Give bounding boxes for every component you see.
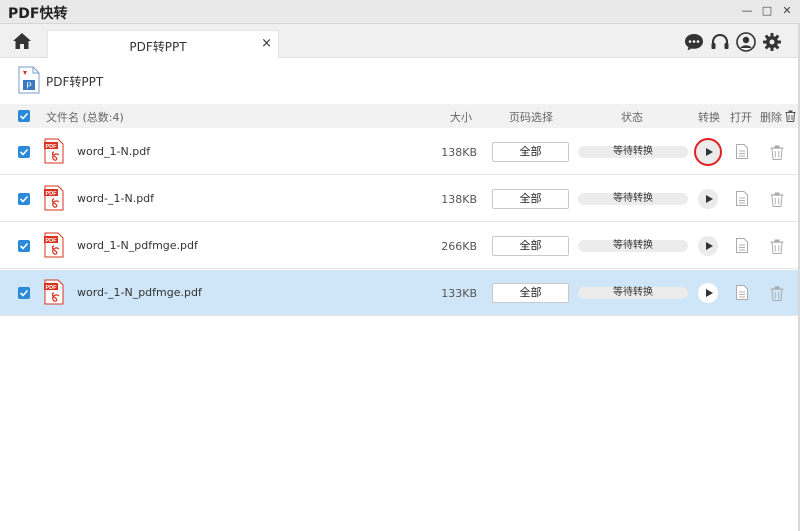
file-list-empty-area [0, 316, 800, 531]
page-range-button[interactable]: 全部 [492, 236, 569, 256]
status-pill: 等待转换 [578, 193, 688, 205]
file-row[interactable]: PDF word_1-N.pdf 138KB 全部 等待转换 [0, 129, 800, 175]
convert-play-button[interactable] [698, 283, 718, 303]
pdf-badge: PDF [46, 285, 58, 291]
tab-label: PDF转PPT [129, 40, 187, 54]
file-size: 138KB [441, 193, 477, 206]
open-file-icon[interactable] [736, 285, 748, 300]
play-icon [706, 242, 713, 250]
tab-bar: PDF转PPT × [0, 24, 800, 59]
file-name: word-_1-N.pdf [77, 192, 155, 205]
page-range-button[interactable]: 全部 [492, 189, 569, 209]
row-checkbox[interactable] [18, 146, 30, 158]
trash-icon[interactable] [770, 192, 784, 207]
pdf-file-icon: PDF [44, 279, 64, 305]
trash-icon[interactable] [770, 145, 784, 160]
file-list-header: 文件名 (总数:4) 大小 页码选择 状态 转换 打开 删除 [0, 104, 800, 128]
trash-icon[interactable] [770, 239, 784, 254]
pdf-badge: PDF [46, 238, 58, 244]
file-size: 133KB [441, 287, 477, 300]
headset-icon[interactable] [710, 32, 730, 52]
ppt-file-icon: P [18, 66, 40, 94]
column-convert: 转换 [698, 111, 720, 124]
user-icon[interactable] [736, 32, 756, 52]
open-file-icon[interactable] [736, 191, 748, 206]
column-size: 大小 [450, 111, 472, 124]
page-header: P PDF转PPT [0, 58, 800, 102]
file-name: word_1-N_pdfmge.pdf [77, 239, 198, 252]
convert-play-button[interactable] [698, 236, 718, 256]
file-row[interactable]: PDF word-_1-N.pdf 138KB 全部 等待转换 [0, 176, 800, 222]
play-icon [706, 289, 713, 297]
pdf-badge: PDF [46, 144, 58, 150]
page-range-button[interactable]: 全部 [492, 283, 569, 303]
row-checkbox[interactable] [18, 287, 30, 299]
row-checkbox[interactable] [18, 240, 30, 252]
pdf-badge: PDF [46, 191, 58, 197]
row-checkbox[interactable] [18, 193, 30, 205]
pdf-file-icon: PDF [44, 185, 64, 211]
settings-gear-icon[interactable] [762, 32, 782, 52]
play-icon [706, 195, 713, 203]
file-row[interactable]: PDF word-_1-N_pdfmge.pdf 133KB 全部 等待转换 [0, 270, 800, 316]
file-name: word_1-N.pdf [77, 145, 151, 158]
window-title: PDF快转 [8, 6, 68, 22]
status-pill: 等待转换 [578, 240, 688, 252]
select-all-checkbox[interactable] [18, 110, 30, 122]
file-row[interactable]: PDF word_1-N_pdfmge.pdf 266KB 全部 等待转换 [0, 223, 800, 269]
tab-close-button[interactable]: × [261, 36, 272, 51]
window-titlebar: PDF快转 — □ ✕ [0, 0, 800, 24]
status-pill: 等待转换 [578, 287, 688, 299]
convert-play-button[interactable] [694, 138, 722, 166]
delete-all-icon[interactable] [785, 110, 796, 122]
column-filename: 文件名 (总数:4) [46, 111, 124, 124]
home-icon[interactable] [12, 32, 32, 50]
file-name: word-_1-N_pdfmge.pdf [77, 286, 202, 299]
convert-play-button[interactable] [698, 189, 718, 209]
pdf-file-icon: PDF [44, 138, 64, 164]
play-icon [706, 148, 713, 156]
column-page-range: 页码选择 [509, 111, 553, 124]
trash-icon[interactable] [770, 286, 784, 301]
column-delete: 删除 [760, 111, 782, 124]
file-size: 266KB [441, 240, 477, 253]
column-status: 状态 [621, 111, 643, 124]
column-open: 打开 [730, 111, 752, 124]
file-size: 138KB [441, 146, 477, 159]
open-file-icon[interactable] [736, 144, 748, 159]
minimize-button[interactable]: — [740, 4, 754, 18]
maximize-button[interactable]: □ [760, 4, 774, 18]
tab-pdf-to-ppt[interactable]: PDF转PPT × [47, 30, 279, 59]
page-range-button[interactable]: 全部 [492, 142, 569, 162]
ppt-file-icon-letter: P [26, 82, 31, 91]
open-file-icon[interactable] [736, 238, 748, 253]
pdf-file-icon: PDF [44, 232, 64, 258]
status-pill: 等待转换 [578, 146, 688, 158]
close-window-button[interactable]: ✕ [780, 4, 794, 18]
page-title: PDF转PPT [46, 75, 104, 89]
chat-icon[interactable] [684, 32, 704, 52]
